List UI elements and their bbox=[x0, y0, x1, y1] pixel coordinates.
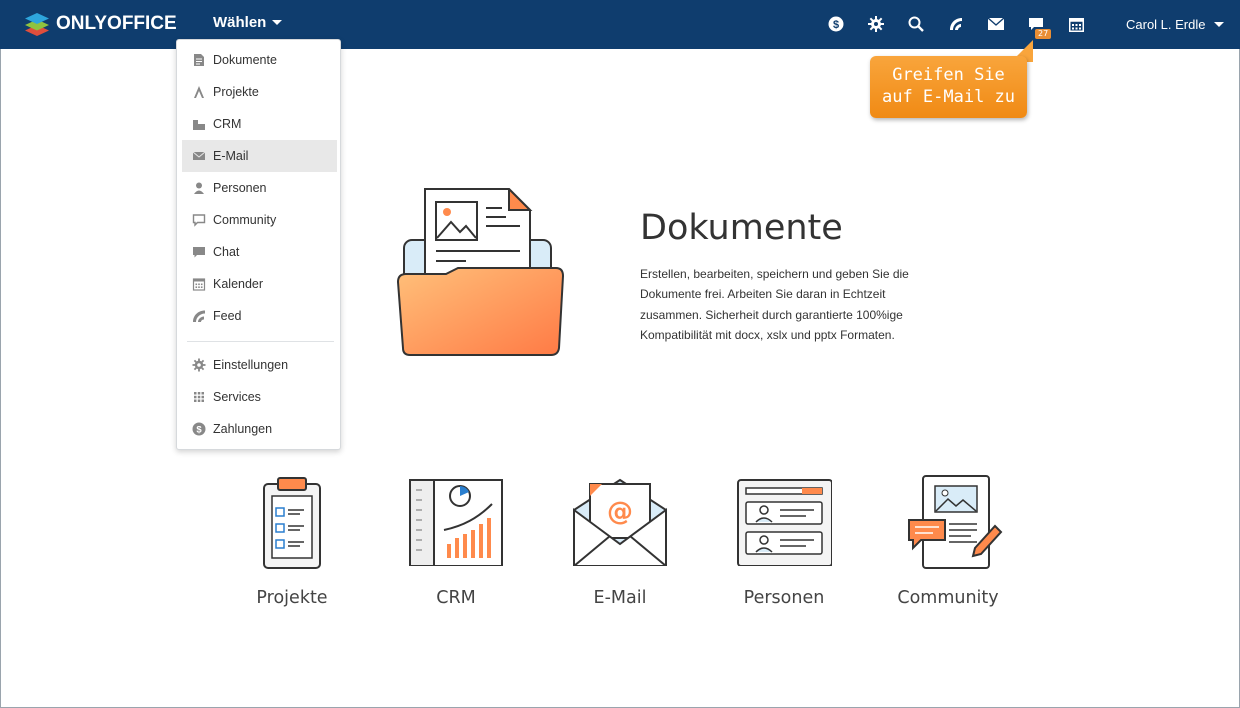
community-page-icon bbox=[908, 475, 1003, 569]
svg-text:@: @ bbox=[607, 497, 633, 527]
people-cards-icon bbox=[737, 479, 832, 566]
menu-item-community[interactable]: Community bbox=[182, 204, 337, 236]
menu-item-personen[interactable]: Personen bbox=[182, 172, 337, 204]
menu-item-label: Chat bbox=[213, 245, 240, 259]
menu-item-services[interactable]: Services bbox=[182, 381, 337, 413]
community-icon bbox=[192, 214, 206, 227]
menu-item-zahlungen[interactable]: $ Zahlungen bbox=[182, 413, 337, 445]
modules-menu-label: Wählen bbox=[213, 14, 267, 31]
menu-divider bbox=[187, 341, 334, 342]
calendar-button[interactable] bbox=[1066, 14, 1086, 34]
dollar-icon: $ bbox=[828, 16, 844, 32]
feed-button[interactable] bbox=[946, 14, 966, 34]
projects-icon bbox=[194, 86, 204, 98]
menu-item-e-mail[interactable]: E-Mail bbox=[182, 140, 337, 172]
calendar-icon bbox=[192, 278, 206, 291]
mail-envelope-icon: @ bbox=[573, 478, 667, 566]
modules-menu-button[interactable]: Wählen bbox=[213, 14, 283, 31]
tooltip-line-2: auf E-Mail zu bbox=[881, 87, 1016, 107]
onlyoffice-logo[interactable]: ONLYOFFICE bbox=[24, 11, 177, 37]
mail-icon bbox=[192, 151, 206, 160]
user-name: Carol L. Erdle bbox=[1126, 17, 1206, 32]
grid-icon bbox=[194, 392, 204, 402]
module-card-projekte[interactable]: Projekte bbox=[227, 474, 357, 614]
mail-icon bbox=[988, 18, 1004, 30]
menu-item-crm[interactable]: CRM bbox=[182, 108, 337, 140]
gear-icon bbox=[192, 358, 206, 372]
logo-text: ONLYOFFICE bbox=[56, 13, 177, 34]
search-icon bbox=[908, 16, 924, 32]
menu-item-label: Services bbox=[213, 390, 261, 404]
settings-button[interactable] bbox=[866, 14, 886, 34]
menu-item-label: Personen bbox=[213, 181, 267, 195]
menu-item-label: E-Mail bbox=[213, 149, 249, 163]
menu-item-feed[interactable]: Feed bbox=[182, 300, 337, 332]
menu-item-label: CRM bbox=[213, 117, 242, 131]
module-card-community[interactable]: Community bbox=[883, 474, 1013, 614]
calendar-icon bbox=[1068, 17, 1084, 32]
feed-icon bbox=[193, 310, 205, 322]
menu-item-label: Dokumente bbox=[213, 53, 277, 67]
chat-count-badge: 27 bbox=[1035, 29, 1052, 39]
svg-text:$: $ bbox=[196, 425, 202, 436]
email-callout-tooltip: Greifen Sie auf E-Mail zu bbox=[870, 56, 1027, 118]
menu-item-label: Zahlungen bbox=[213, 422, 273, 436]
chat-icon bbox=[193, 247, 205, 258]
gear-icon bbox=[868, 16, 884, 32]
hero-description: Erstellen, bearbeiten, speichern und geb… bbox=[640, 267, 909, 342]
menu-item-label: Projekte bbox=[213, 85, 259, 99]
crm-icon bbox=[193, 120, 205, 130]
tooltip-line-1: Greifen Sie bbox=[892, 65, 1005, 85]
module-card-personen[interactable]: Personen bbox=[719, 474, 849, 614]
module-card-crm[interactable]: CRM bbox=[391, 474, 521, 614]
menu-item-label: Community bbox=[213, 213, 277, 227]
crm-chart-icon bbox=[409, 479, 503, 566]
module-label: CRM bbox=[436, 588, 476, 608]
hero-title: Dokumente bbox=[640, 208, 843, 248]
menu-item-label: Kalender bbox=[213, 277, 264, 291]
user-menu[interactable]: Carol L. Erdle bbox=[1126, 17, 1225, 32]
search-button[interactable] bbox=[906, 14, 926, 34]
chevron-down-icon bbox=[272, 20, 283, 25]
document-icon bbox=[194, 54, 204, 66]
module-label: Projekte bbox=[256, 588, 328, 608]
documents-folder-illustration bbox=[396, 188, 565, 356]
feed-icon bbox=[950, 18, 962, 30]
chevron-down-icon bbox=[1214, 22, 1225, 27]
svg-text:$: $ bbox=[833, 19, 839, 31]
menu-item-label: Feed bbox=[213, 309, 242, 323]
modules-dropdown-menu: Dokumente Projekte CRM E-Mail Personen C… bbox=[176, 39, 341, 450]
menu-item-chat[interactable]: Chat bbox=[182, 236, 337, 268]
menu-item-dokumente[interactable]: Dokumente bbox=[182, 44, 337, 76]
module-card-e-mail[interactable]: @ E-Mail bbox=[555, 474, 685, 614]
menu-item-label: Einstellungen bbox=[213, 358, 289, 372]
payments-button[interactable]: $ bbox=[826, 14, 846, 34]
mail-button[interactable] bbox=[986, 14, 1006, 34]
module-label: Personen bbox=[743, 588, 825, 608]
module-label: E-Mail bbox=[593, 588, 647, 608]
menu-item-einstellungen[interactable]: Einstellungen bbox=[182, 349, 337, 381]
logo-layers-icon bbox=[25, 13, 49, 36]
menu-item-kalender[interactable]: Kalender bbox=[182, 268, 337, 300]
dollar-icon: $ bbox=[192, 422, 206, 436]
module-label: Community bbox=[897, 588, 999, 608]
person-icon bbox=[194, 182, 204, 194]
projects-clipboard-icon bbox=[263, 477, 321, 569]
menu-item-projekte[interactable]: Projekte bbox=[182, 76, 337, 108]
